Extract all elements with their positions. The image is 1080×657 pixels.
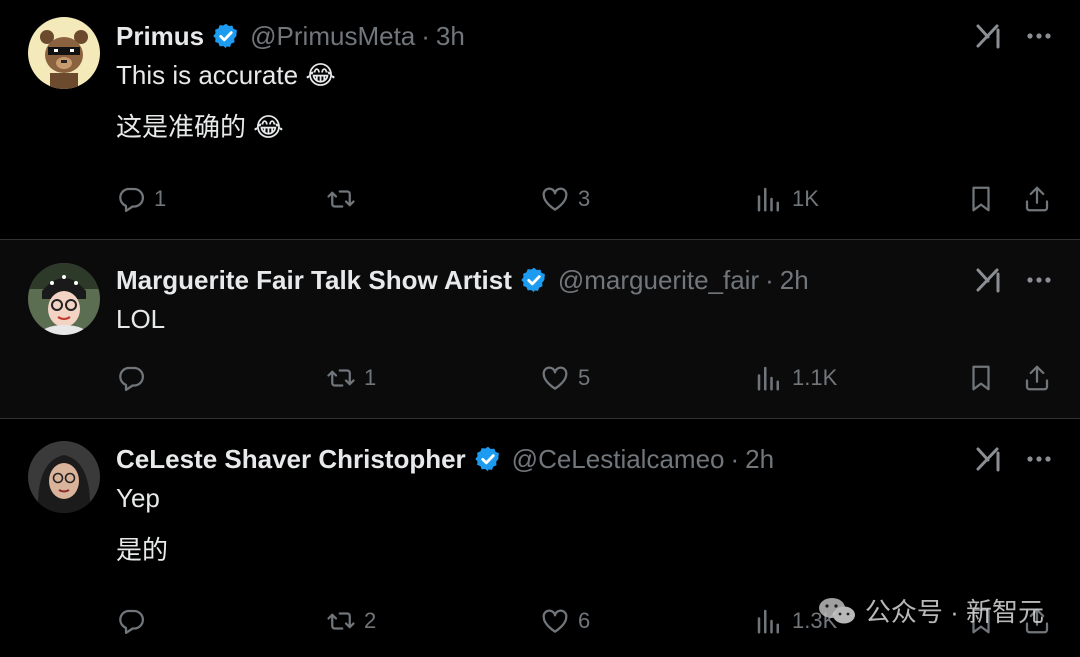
like-button[interactable]: 5 xyxy=(540,362,590,394)
views-icon xyxy=(754,363,784,393)
tweet-actions: 1 5 1.1K xyxy=(116,362,1060,394)
timestamp[interactable]: 3h xyxy=(436,21,465,52)
verified-badge-icon xyxy=(212,22,240,50)
avatar[interactable] xyxy=(28,263,100,335)
retweet-button[interactable] xyxy=(326,183,364,215)
timestamp[interactable]: 2h xyxy=(780,265,809,296)
tweet-text: LOL xyxy=(116,302,165,354)
views-icon xyxy=(754,606,784,636)
retweet-button[interactable]: 1 xyxy=(326,362,376,394)
display-name[interactable]: CeLeste Shaver Christopher xyxy=(116,444,466,475)
verified-badge-icon xyxy=(520,266,548,294)
share-icon xyxy=(1022,363,1052,393)
reply-icon xyxy=(116,606,146,636)
laughing-emoji-icon: 😂 xyxy=(253,112,284,142)
reply-icon xyxy=(116,184,146,214)
tweet-text-line: Yep xyxy=(116,483,160,513)
views-count: 1K xyxy=(792,186,819,211)
watermark: 公众号 · 新智元 xyxy=(817,592,1044,629)
user-handle[interactable]: @CeLestialcameo xyxy=(512,444,725,475)
display-name[interactable]: Primus xyxy=(116,21,204,52)
like-button[interactable]: 3 xyxy=(540,183,590,215)
like-count: 5 xyxy=(578,365,591,390)
more-icon[interactable] xyxy=(1026,276,1052,284)
tweet-header: CeLeste Shaver Christopher @CeLestialcam… xyxy=(116,440,774,478)
user-handle[interactable]: @marguerite_fair xyxy=(558,265,759,296)
retweet-count: 2 xyxy=(364,608,377,633)
reply-button[interactable]: 1 xyxy=(116,183,166,215)
tweet-text-line: This is accurate 😂 xyxy=(116,58,336,92)
tweet-text-content: This is accurate xyxy=(116,60,299,90)
reply-button[interactable] xyxy=(116,362,154,394)
avatar[interactable] xyxy=(28,441,100,513)
share-icon xyxy=(1022,184,1052,214)
separator-dot: · xyxy=(421,20,430,51)
views-button[interactable]: 1K xyxy=(754,183,819,215)
verified-badge-icon xyxy=(474,445,502,473)
share-button[interactable] xyxy=(1022,183,1052,215)
tweet-header: Primus @PrimusMeta · 3h xyxy=(116,17,465,55)
user-handle[interactable]: @PrimusMeta xyxy=(250,21,415,52)
tweet-text: This is accurate 😂 这是准确的 😂 xyxy=(116,58,336,162)
retweet-icon xyxy=(326,184,356,214)
separator-dot: · xyxy=(765,264,774,295)
tweet[interactable]: Primus @PrimusMeta · 3h This is accurate… xyxy=(0,0,1080,239)
tweet-text-content: 这是准确的 xyxy=(116,112,247,142)
wechat-icon xyxy=(818,597,855,623)
retweet-button[interactable]: 2 xyxy=(326,605,376,637)
views-count: 1.1K xyxy=(792,365,838,390)
retweet-count: 1 xyxy=(364,365,377,390)
bookmark-button[interactable] xyxy=(966,362,996,394)
bookmark-icon xyxy=(966,363,996,393)
separator-dot: · xyxy=(730,443,740,474)
tweet-text-line: LOL xyxy=(116,304,166,334)
grok-icon[interactable] xyxy=(974,444,1004,474)
grok-icon[interactable] xyxy=(974,21,1004,51)
like-count: 6 xyxy=(578,608,591,633)
share-button[interactable] xyxy=(1022,362,1052,394)
like-icon xyxy=(540,363,570,393)
laughing-emoji-icon: 😂 xyxy=(305,60,336,90)
more-icon[interactable] xyxy=(1026,32,1052,40)
like-button[interactable]: 6 xyxy=(540,605,590,637)
tweet-text-line: 是的 xyxy=(116,535,169,565)
avatar[interactable] xyxy=(28,17,100,89)
views-icon xyxy=(754,184,784,214)
tweet-header: Marguerite Fair Talk Show Artist @margue… xyxy=(116,261,809,299)
grok-icon[interactable] xyxy=(974,265,1004,295)
like-icon xyxy=(540,184,570,214)
tweet-text-line: 这是准确的 😂 xyxy=(116,110,336,144)
retweet-icon xyxy=(326,606,356,636)
tweet-text: Yep 是的 xyxy=(116,481,168,585)
display-name[interactable]: Marguerite Fair Talk Show Artist xyxy=(116,265,512,296)
reply-count: 1 xyxy=(154,186,167,211)
bookmark-icon xyxy=(966,184,996,214)
reply-icon xyxy=(116,363,146,393)
tweet[interactable]: CeLeste Shaver Christopher @CeLestialcam… xyxy=(0,419,1080,657)
timestamp[interactable]: 2h xyxy=(745,444,774,475)
like-icon xyxy=(540,606,570,636)
like-count: 3 xyxy=(578,186,591,211)
tweet[interactable]: Marguerite Fair Talk Show Artist @margue… xyxy=(0,240,1080,418)
bookmark-button[interactable] xyxy=(966,183,996,215)
tweet-actions: 1 3 1K xyxy=(116,183,1060,215)
watermark-text: 公众号 · 新智元 xyxy=(864,597,1044,627)
retweet-icon xyxy=(326,363,356,393)
reply-button[interactable] xyxy=(116,605,154,637)
views-button[interactable]: 1.1K xyxy=(754,362,837,394)
more-icon[interactable] xyxy=(1026,455,1052,463)
